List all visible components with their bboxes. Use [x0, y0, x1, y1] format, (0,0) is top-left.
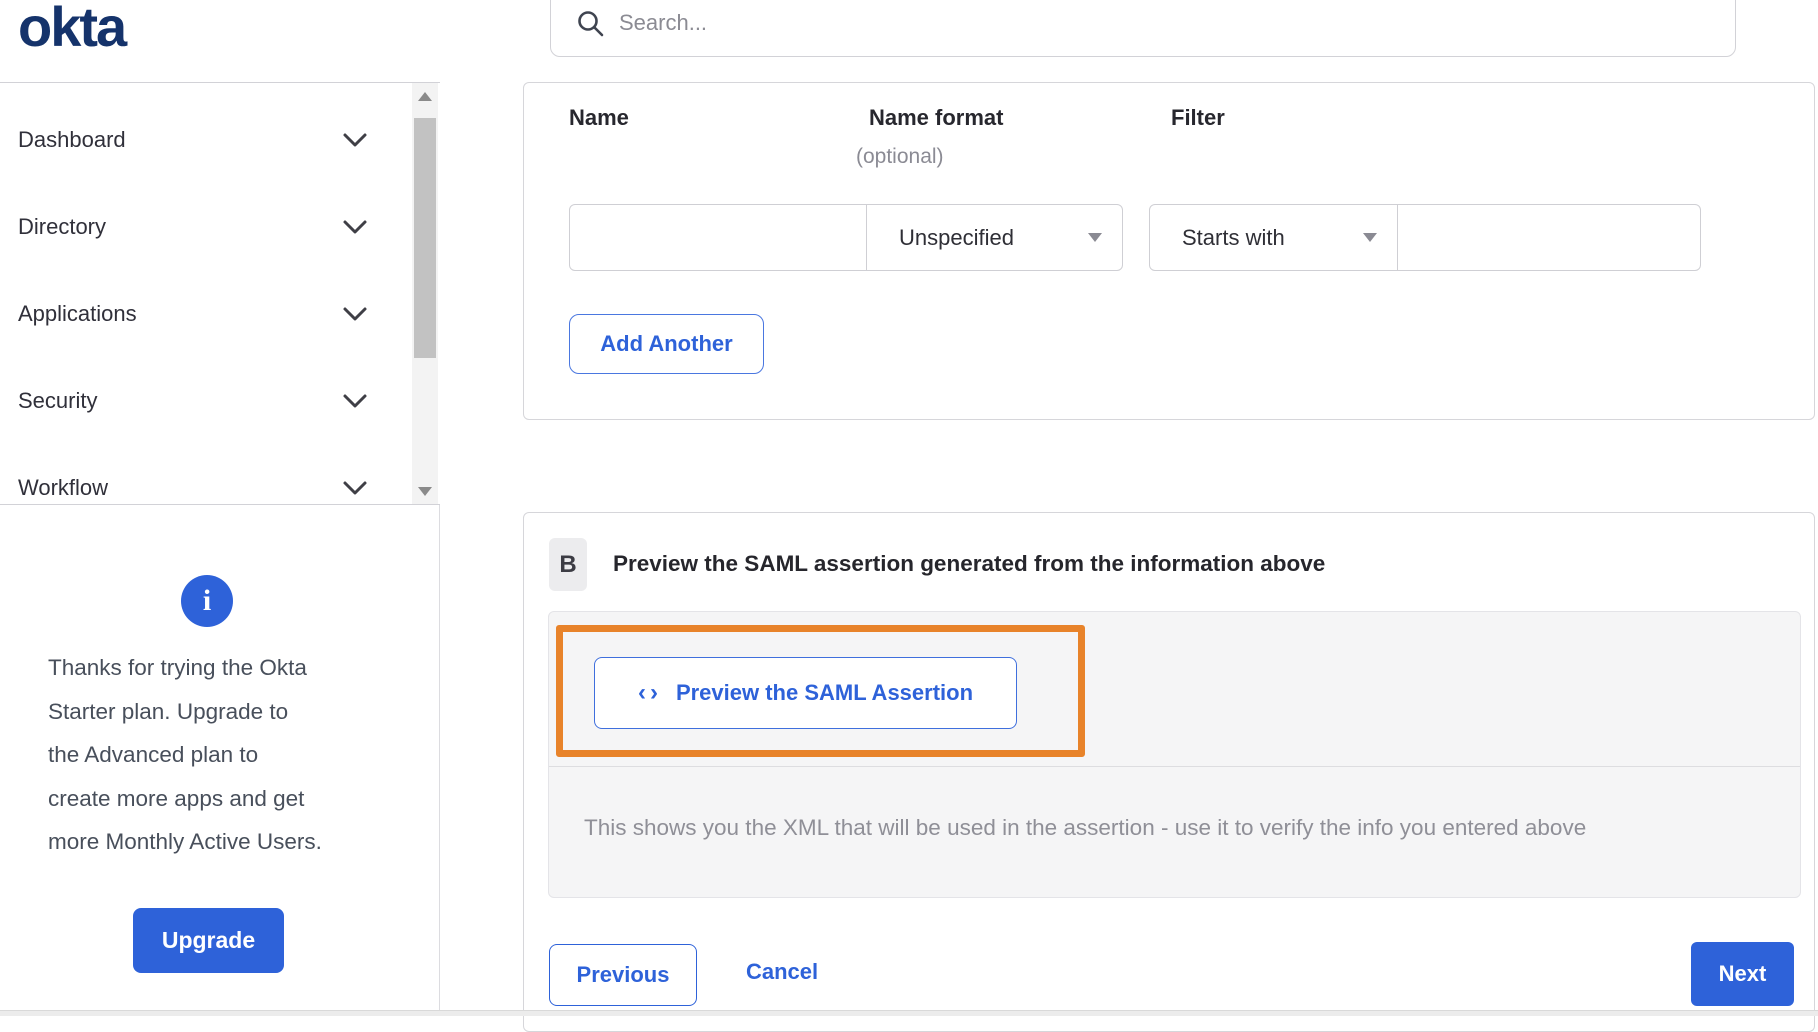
dropdown-caret-icon — [1363, 233, 1377, 242]
top-header: okta — [0, 0, 1818, 82]
upgrade-message-line: more Monthly Active Users. — [48, 829, 322, 854]
name-column-label: Name — [569, 105, 629, 130]
optional-note: (optional) — [856, 145, 944, 168]
name-format-column-label: Name format — [869, 105, 1004, 130]
filter-column-label: Filter — [1171, 105, 1225, 130]
filter-value-input[interactable] — [1397, 204, 1701, 271]
panel-divider — [549, 766, 1800, 767]
sidebar-item-label: Security — [18, 387, 98, 413]
attribute-statements-card: Name Name format (optional) Filter Unspe… — [523, 82, 1815, 420]
global-search[interactable] — [550, 0, 1736, 57]
dropdown-caret-icon — [1088, 233, 1102, 242]
step-b-badge: B — [549, 538, 587, 591]
chevron-down-icon — [343, 307, 367, 320]
sidebar-item-label: Dashboard — [18, 126, 126, 152]
sidebar-item-label: Applications — [18, 300, 137, 326]
sidebar-nav: Dashboard Directory Applications Securit… — [0, 82, 440, 505]
upgrade-button[interactable]: Upgrade — [133, 908, 284, 973]
preview-panel: ‹› Preview the SAML Assertion This shows… — [548, 611, 1801, 898]
sidebar-item-applications[interactable]: Applications — [0, 270, 440, 357]
scroll-up-icon[interactable] — [412, 85, 438, 107]
sidebar-scrollbar[interactable] — [412, 83, 438, 504]
name-format-selected-value: Unspecified — [899, 224, 1014, 250]
next-button[interactable]: Next — [1691, 942, 1794, 1006]
chevron-down-icon — [343, 481, 367, 494]
previous-button[interactable]: Previous — [549, 944, 697, 1006]
cancel-link[interactable]: Cancel — [746, 959, 818, 985]
saml-preview-card: B Preview the SAML assertion generated f… — [523, 512, 1815, 1032]
filter-operator-selected-value: Starts with — [1182, 224, 1285, 250]
preview-helper-text: This shows you the XML that will be used… — [584, 815, 1587, 840]
chevron-down-icon — [343, 394, 367, 407]
upgrade-message-line: Starter plan. Upgrade to — [48, 698, 289, 724]
name-format-select[interactable]: Unspecified — [866, 204, 1123, 271]
upgrade-message-line: create more apps and get — [48, 785, 305, 811]
scrollbar-thumb[interactable] — [414, 118, 436, 358]
sidebar-item-dashboard[interactable]: Dashboard — [0, 96, 440, 183]
sidebar-item-label: Directory — [18, 213, 107, 239]
info-icon: i — [181, 575, 233, 627]
viewport-bottom-edge — [0, 1010, 1818, 1016]
sidebar-item-label: Workflow — [18, 474, 109, 500]
filter-operator-select[interactable]: Starts with — [1149, 204, 1398, 271]
search-input[interactable] — [619, 9, 1669, 36]
upgrade-message: Thanks for trying the Okta Starter plan.… — [48, 646, 398, 864]
highlight-annotation-box — [556, 625, 1085, 757]
attribute-name-input[interactable] — [569, 204, 867, 271]
sidebar-item-workflow[interactable]: Workflow — [0, 444, 440, 531]
upgrade-message-line: Thanks for trying the Okta — [48, 655, 307, 680]
sidebar-item-directory[interactable]: Directory — [0, 183, 440, 270]
search-icon — [578, 10, 604, 36]
preview-section-title: Preview the SAML assertion generated fro… — [613, 551, 1326, 576]
add-another-button[interactable]: Add Another — [569, 314, 764, 374]
scroll-down-icon[interactable] — [412, 480, 438, 502]
upgrade-message-line: the Advanced plan to — [48, 742, 259, 767]
chevron-down-icon — [343, 220, 367, 233]
okta-logo[interactable]: okta — [18, 0, 127, 59]
sidebar-item-security[interactable]: Security — [0, 357, 440, 444]
chevron-down-icon — [343, 133, 367, 146]
